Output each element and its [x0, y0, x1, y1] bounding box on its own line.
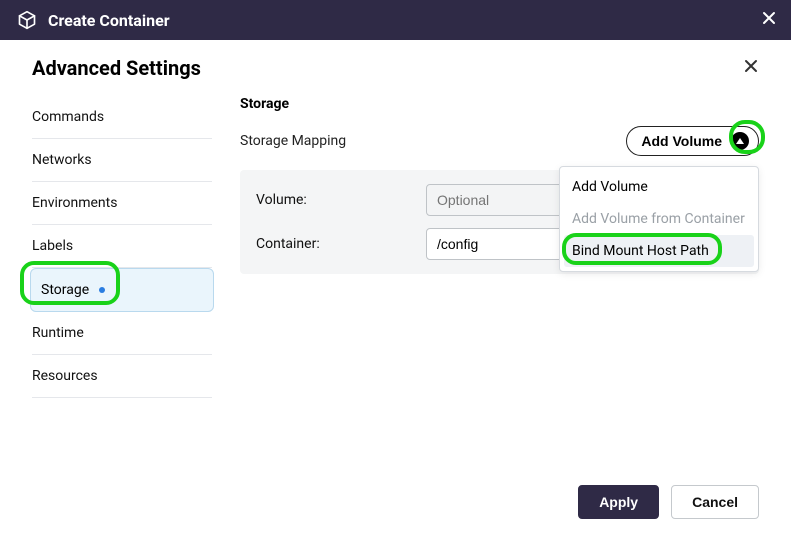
sidebar-item-commands[interactable]: Commands — [32, 96, 212, 139]
panel-close-button[interactable] — [743, 58, 759, 78]
sidebar: Commands Networks Environments Labels St… — [32, 96, 212, 398]
sidebar-item-networks[interactable]: Networks — [32, 139, 212, 182]
dropdown-item-add-volume[interactable]: Add Volume — [560, 171, 758, 203]
apply-button[interactable]: Apply — [578, 485, 659, 519]
footer-actions: Apply Cancel — [578, 485, 759, 519]
active-indicator-dot — [99, 287, 105, 293]
sidebar-item-runtime[interactable]: Runtime — [32, 312, 212, 355]
modal-title: Create Container — [48, 11, 170, 30]
cube-icon — [16, 9, 38, 31]
add-volume-button-label: Add Volume — [641, 133, 722, 149]
sidebar-item-resources[interactable]: Resources — [32, 355, 212, 398]
cancel-button[interactable]: Cancel — [671, 485, 759, 519]
dropdown-item-bind-mount-host-path[interactable]: Bind Mount Host Path — [564, 235, 754, 267]
subheader: Advanced Settings — [0, 40, 791, 88]
sidebar-item-label: Storage — [41, 282, 89, 298]
caret-up-icon — [730, 131, 750, 151]
sidebar-item-storage[interactable]: Storage — [30, 268, 214, 312]
storage-mapping-row: Storage Mapping Add Volume Add Volume Ad… — [240, 126, 759, 156]
container-label: Container: — [256, 236, 426, 252]
add-volume-button[interactable]: Add Volume — [626, 126, 759, 156]
add-volume-dropdown: Add Volume Add Volume from Container Bin… — [559, 166, 759, 272]
modal-header: Create Container — [0, 0, 791, 40]
dropdown-item-add-volume-from-container: Add Volume from Container — [560, 203, 758, 235]
sidebar-item-labels[interactable]: Labels — [32, 225, 212, 268]
page-title: Advanced Settings — [32, 56, 201, 80]
content-area: Storage Storage Mapping Add Volume Add V… — [212, 96, 759, 398]
storage-mapping-label: Storage Mapping — [240, 133, 346, 149]
volume-label: Volume: — [256, 192, 426, 208]
modal-close-button[interactable] — [761, 10, 777, 30]
sidebar-item-environments[interactable]: Environments — [32, 182, 212, 225]
section-title: Storage — [240, 96, 759, 112]
